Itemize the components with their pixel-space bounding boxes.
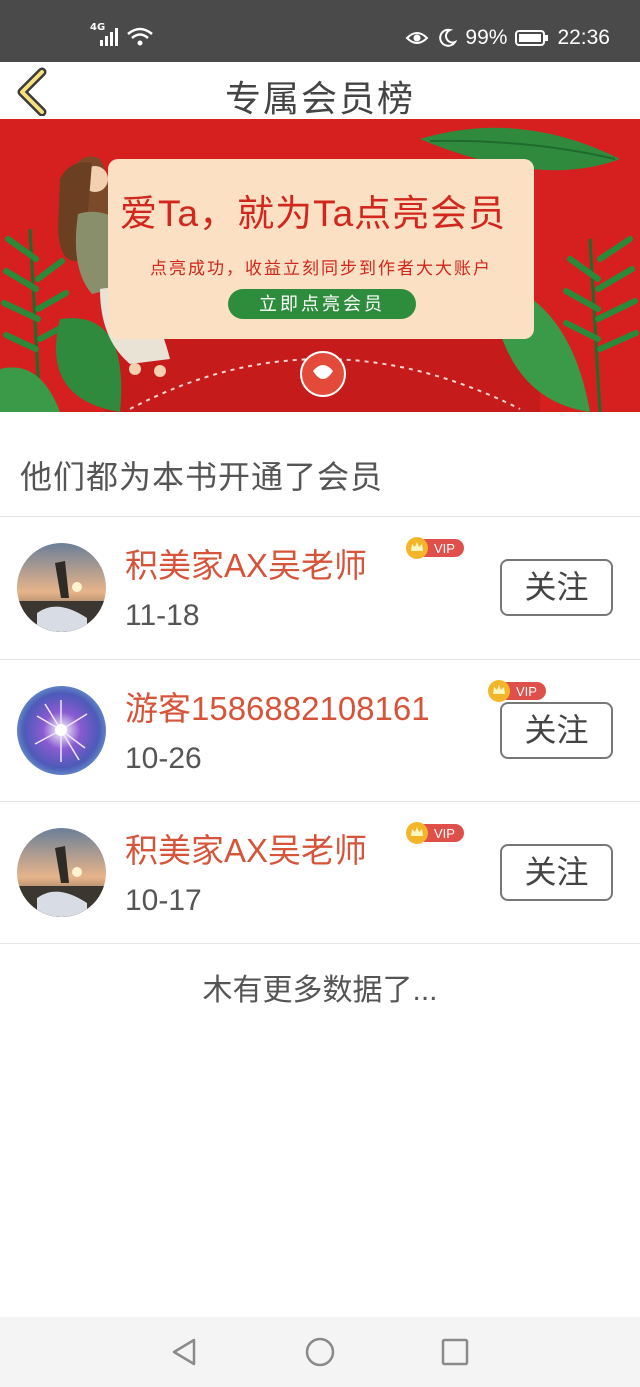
banner-title: 爱Ta，就为Ta点亮会员 xyxy=(120,193,507,234)
status-right: 99% 22:36 xyxy=(405,24,610,52)
home-circle-icon[interactable] xyxy=(303,1335,337,1369)
battery-icon xyxy=(515,30,549,46)
member-date: 11-18 xyxy=(125,599,200,632)
member-date: 10-26 xyxy=(125,742,202,775)
section-heading: 他们都为本书开通了会员 xyxy=(20,459,384,495)
divider xyxy=(0,943,640,944)
member-name[interactable]: 积美家AX吴老师 xyxy=(125,824,367,872)
follow-button[interactable]: 关注 xyxy=(500,702,613,759)
battery-percent: 99% xyxy=(465,26,508,49)
sunset-avatar xyxy=(17,828,106,917)
header: 专属会员榜 xyxy=(0,62,640,119)
member-name[interactable]: 积美家AX吴老师 xyxy=(125,539,367,587)
system-nav-bar xyxy=(0,1317,640,1387)
member-date: 10-17 xyxy=(125,884,202,917)
member-row: 积美家AX吴老师 VIP 11-18 关注 xyxy=(0,517,640,659)
member-name[interactable]: 游客1586882108161 xyxy=(125,682,430,730)
follow-button[interactable]: 关注 xyxy=(500,844,613,901)
sunset-avatar xyxy=(17,543,106,632)
clock: 22:36 xyxy=(557,26,610,49)
vip-text: VIP xyxy=(516,684,537,699)
no-more-data-text: 木有更多数据了... xyxy=(202,974,438,1007)
moon-icon xyxy=(439,28,458,47)
promo-banner[interactable]: 爱Ta，就为Ta点亮会员 点亮成功，收益立刻同步到作者大大账户 立即点亮会员 xyxy=(0,119,640,412)
light-up-member-button[interactable]: 立即点亮会员 xyxy=(228,289,416,319)
member-row: 游客1586882108161 VIP 10-26 关注 xyxy=(0,660,640,802)
vip-badge: VIP xyxy=(488,680,546,702)
flower-avatar xyxy=(17,686,106,775)
vip-badge: VIP xyxy=(406,822,464,844)
status-bar: 4G 99% 22:36 xyxy=(0,0,640,62)
follow-button[interactable]: 关注 xyxy=(500,559,613,616)
avatar[interactable] xyxy=(17,543,106,632)
back-triangle-icon[interactable] xyxy=(167,1335,201,1369)
banner-subtitle: 点亮成功，收益立刻同步到作者大大账户 xyxy=(150,259,492,278)
vip-badge: VIP xyxy=(406,537,464,559)
page-title: 专属会员榜 xyxy=(224,78,415,119)
vip-text: VIP xyxy=(434,541,455,556)
eye-icon xyxy=(405,32,429,44)
member-row: 积美家AX吴老师 VIP 10-17 关注 xyxy=(0,802,640,944)
vip-text: VIP xyxy=(434,826,455,841)
recents-square-icon[interactable] xyxy=(438,1335,472,1369)
avatar[interactable] xyxy=(17,828,106,917)
avatar[interactable] xyxy=(17,686,106,775)
signal-icon xyxy=(100,27,153,46)
